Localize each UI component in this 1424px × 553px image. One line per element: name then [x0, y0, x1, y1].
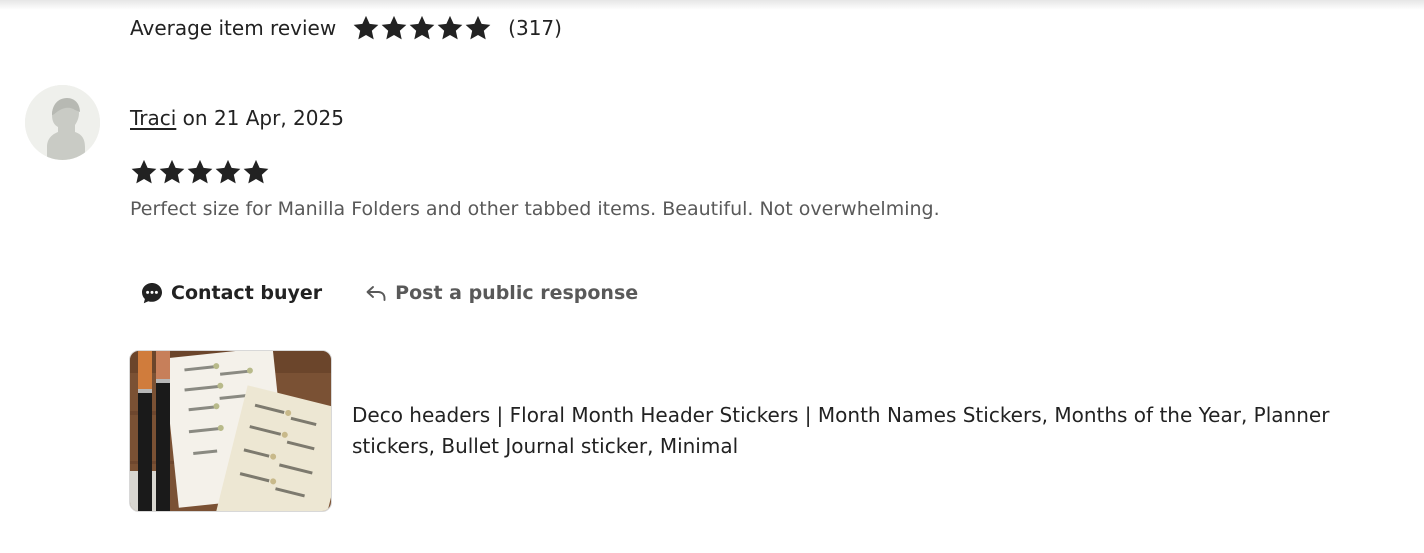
reviewer-avatar[interactable]: [25, 85, 100, 160]
star-icon: [380, 14, 408, 42]
star-icon: [242, 158, 270, 186]
contact-buyer-label: Contact buyer: [171, 282, 323, 304]
top-scroll-shadow: [0, 0, 1424, 10]
product-thumbnail[interactable]: [129, 350, 332, 512]
star-icon: [352, 14, 380, 42]
post-public-response-label: Post a public response: [395, 282, 639, 304]
star-icon: [186, 158, 214, 186]
star-icon: [130, 158, 158, 186]
average-review-label: Average item review: [130, 16, 337, 40]
star-icon: [464, 14, 492, 42]
chat-bubble-icon: [140, 281, 164, 305]
review-meta: Traci on 21 Apr, 2025: [130, 103, 344, 133]
sticker-sheet-photo-icon: [130, 351, 331, 511]
reviewed-product: Deco headers | Floral Month Header Stick…: [129, 350, 1392, 512]
default-avatar-icon: [25, 85, 100, 160]
review-count: (317): [508, 16, 562, 40]
average-review-row: Average item review (317): [130, 12, 562, 44]
star-icon: [408, 14, 436, 42]
contact-buyer-button[interactable]: Contact buyer: [140, 281, 322, 305]
average-rating-stars: [352, 14, 492, 42]
review-text: Perfect size for Manilla Folders and oth…: [130, 198, 940, 220]
star-icon: [214, 158, 242, 186]
reply-arrow-icon: [364, 281, 388, 305]
star-icon: [436, 14, 464, 42]
post-public-response-button[interactable]: Post a public response: [364, 281, 638, 305]
review-actions: Contact buyer Post a public response: [140, 276, 638, 310]
star-icon: [158, 158, 186, 186]
reviewer-name-link[interactable]: Traci: [130, 106, 176, 130]
product-title-link[interactable]: Deco headers | Floral Month Header Stick…: [352, 400, 1392, 462]
review-rating-stars: [130, 158, 270, 186]
review-date: on 21 Apr, 2025: [176, 106, 344, 130]
